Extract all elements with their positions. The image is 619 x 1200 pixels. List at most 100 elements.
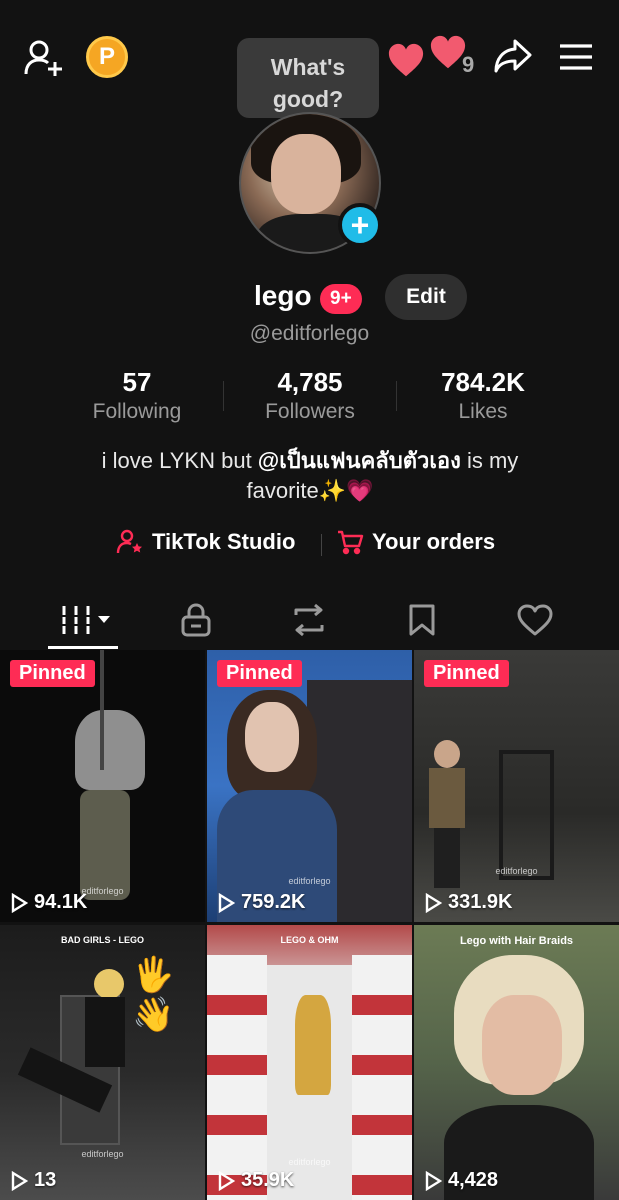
tab-saved[interactable]	[372, 590, 472, 650]
thumbnail-figure	[75, 710, 145, 790]
share-icon[interactable]	[490, 34, 536, 78]
video-grid: PROCESS: Pinned editforlego 94.1K Pinned…	[0, 650, 619, 1200]
bio-line2: favorite✨💗	[246, 478, 374, 503]
pinned-badge: Pinned	[424, 660, 509, 687]
studio-icon	[116, 529, 142, 554]
likes-label: Likes	[458, 400, 508, 423]
add-avatar-button[interactable]: +	[338, 203, 382, 247]
your-orders-link[interactable]: Your orders	[336, 528, 495, 556]
thumbnail-face	[482, 995, 562, 1095]
video-tile[interactable]: 🖐👋 BAD GIRLS - LEGO editforlego 13	[0, 925, 205, 1200]
video-caption: BAD GIRLS - LEGO	[61, 935, 144, 945]
username: lego	[254, 280, 312, 311]
content-tabs	[0, 590, 619, 650]
thumbnail-body	[85, 997, 125, 1067]
video-caption: Lego with Hair Braids	[459, 935, 574, 947]
view-count-text: 35.9K	[241, 1169, 295, 1191]
watermark: editforlego	[81, 1149, 124, 1159]
visitor-count: 9	[462, 52, 475, 77]
watermark: editforlego	[288, 876, 331, 886]
view-count-text: 4,428	[448, 1169, 499, 1191]
view-count-text: 759.2K	[241, 891, 306, 913]
edit-profile-button[interactable]: Edit	[385, 274, 467, 320]
followers-count: 4,785	[277, 367, 343, 397]
video-tile[interactable]: Pinned editforlego 331.9K	[414, 650, 619, 922]
tooltip-text: What's good?	[270, 54, 346, 112]
tab-videos[interactable]	[36, 590, 136, 650]
lock-icon	[181, 603, 211, 637]
thumbnail-figure	[80, 790, 130, 900]
heart-outline-icon	[517, 604, 553, 636]
watermark: editforlego	[288, 1157, 331, 1167]
stats-row: 57 Following 4,785 Followers 784.2K Like…	[0, 367, 619, 427]
heart-icon	[388, 43, 424, 77]
menu-icon[interactable]	[554, 38, 598, 76]
cart-icon	[338, 530, 364, 555]
avatar-face-shape	[271, 134, 341, 214]
view-count-text: 331.9K	[448, 891, 513, 913]
notification-badge[interactable]: 9+	[320, 284, 362, 314]
thumbnail-legs	[434, 828, 460, 888]
user-handle: @editforlego	[249, 322, 370, 345]
bio-prefix: i love LYKN but	[101, 448, 258, 473]
view-count: 331.9K	[424, 891, 513, 914]
following-label: Following	[92, 400, 182, 423]
grid-icon	[60, 606, 110, 634]
bio: i love LYKN but @เป็นแฟนคลับตัวเอง is my…	[60, 446, 560, 506]
your-orders-label: Your orders	[372, 529, 496, 554]
play-icon	[11, 1170, 28, 1191]
tab-private[interactable]	[146, 590, 246, 650]
video-tile[interactable]: Pinned editforlego 759.2K	[207, 650, 412, 922]
play-icon	[218, 1170, 235, 1191]
video-caption: LEGO & OHM	[280, 935, 339, 945]
thumbnail-head	[94, 969, 124, 999]
following-stat[interactable]: 57 Following	[62, 367, 212, 424]
view-count-text: 13	[34, 1169, 57, 1191]
coin-label: P	[98, 43, 115, 70]
active-tab-indicator	[48, 646, 118, 649]
view-count-text: 94.1K	[34, 891, 88, 913]
profile-links: TikTok Studio Your orders	[0, 528, 619, 562]
view-count: 94.1K	[10, 891, 87, 914]
view-count: 35.9K	[217, 1169, 294, 1192]
followers-stat[interactable]: 4,785 Followers	[235, 367, 385, 424]
play-icon	[425, 1170, 442, 1191]
tab-reposts[interactable]	[259, 590, 359, 650]
add-friend-icon[interactable]	[22, 36, 66, 80]
video-tile[interactable]: PROCESS: Pinned editforlego 94.1K	[0, 650, 205, 922]
play-icon	[218, 892, 235, 913]
tiktok-studio-link[interactable]: TikTok Studio	[116, 528, 295, 556]
video-tile[interactable]: Lego with Hair Braids 4,428	[414, 925, 619, 1200]
coin-icon[interactable]: P	[86, 36, 128, 78]
stat-divider	[223, 381, 224, 411]
status-tooltip[interactable]: What's good?	[237, 38, 379, 128]
likes-count: 784.2K	[441, 367, 525, 397]
bio-suffix: is my	[460, 448, 519, 473]
repost-icon	[294, 603, 324, 637]
thumbnail-head	[434, 740, 460, 768]
thumbnail-face	[245, 702, 299, 772]
thumbnail-doorway	[499, 750, 554, 880]
following-count: 57	[122, 367, 152, 397]
pinned-badge: Pinned	[10, 660, 95, 687]
view-count: 759.2K	[217, 891, 306, 914]
watermark: editforlego	[495, 866, 538, 876]
stat-divider	[396, 381, 397, 411]
play-icon	[425, 892, 442, 913]
thumbnail-trophy	[295, 995, 331, 1095]
likes-stat[interactable]: 784.2K Likes	[408, 367, 558, 424]
waving-hands-emoji: 🖐👋	[132, 956, 175, 1034]
view-count: 4,428	[424, 1169, 498, 1192]
tab-liked[interactable]	[485, 590, 585, 650]
video-tile[interactable]: LEGO & OHM editforlego 35.9K	[207, 925, 412, 1200]
bookmark-icon	[409, 604, 435, 636]
view-count: 13	[10, 1169, 56, 1192]
top-bar: P What's good? 9	[0, 0, 619, 128]
bio-mention[interactable]: @เป็นแฟนคลับตัวเอง	[258, 448, 461, 473]
pinned-badge: Pinned	[217, 660, 302, 687]
thumbnail-body	[429, 768, 465, 828]
followers-label: Followers	[265, 400, 355, 423]
play-icon	[11, 892, 28, 913]
link-divider	[321, 534, 322, 556]
tiktok-studio-label: TikTok Studio	[152, 529, 296, 554]
